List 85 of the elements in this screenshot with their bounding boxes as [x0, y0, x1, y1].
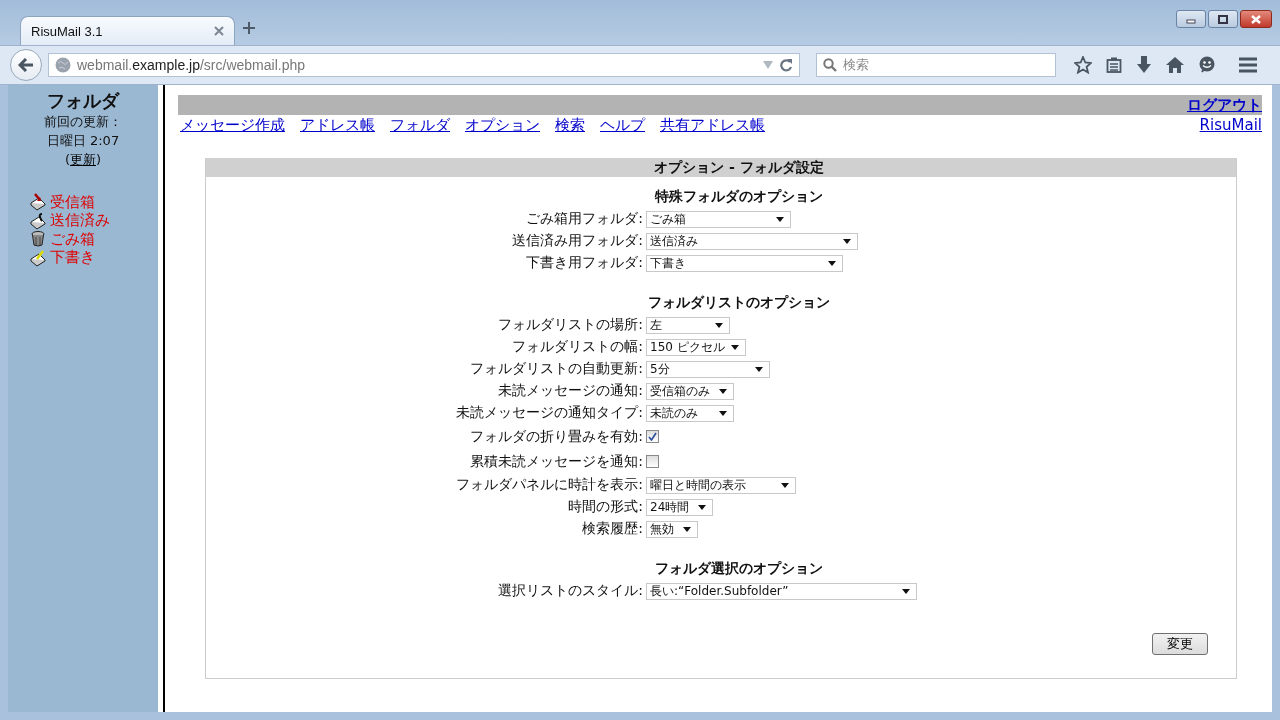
- caret-icon: [698, 504, 706, 510]
- smiley-icon[interactable]: [1198, 56, 1216, 74]
- caret-icon: [755, 366, 763, 372]
- nav-link[interactable]: フォルダ: [390, 116, 450, 135]
- dropdown[interactable]: 24時間: [646, 498, 713, 516]
- globe-icon: [55, 57, 71, 73]
- checkbox[interactable]: [646, 430, 659, 443]
- dropdown[interactable]: 曜日と時間の表示: [646, 476, 796, 494]
- home-icon[interactable]: [1166, 57, 1184, 73]
- option-label: フォルダの折り畳みを有効:: [469, 427, 643, 446]
- caret-icon: [719, 388, 727, 394]
- caret-icon: [828, 260, 836, 266]
- reading-list-icon[interactable]: [1106, 57, 1122, 73]
- sent-tray-icon: [30, 211, 46, 230]
- menu-icon[interactable]: [1238, 57, 1258, 73]
- dropdown[interactable]: 送信済み: [646, 232, 858, 250]
- download-icon[interactable]: [1136, 56, 1152, 74]
- dropdown[interactable]: 無効: [646, 520, 698, 538]
- brand-link[interactable]: RisuMail: [1199, 116, 1262, 135]
- url-text: webmail.example.jp/src/webmail.php: [77, 57, 305, 73]
- close-icon[interactable]: [214, 26, 224, 36]
- caret-icon: [715, 322, 723, 328]
- caret-icon: [730, 344, 739, 350]
- inbox-tray-icon: [30, 193, 46, 212]
- star-icon[interactable]: [1074, 56, 1092, 74]
- reload-icon[interactable]: [779, 58, 793, 72]
- draft-pencil-icon: [30, 248, 46, 267]
- trash-can-icon: [30, 230, 46, 249]
- last-update-time: 日曜日 2:07: [45, 132, 121, 150]
- maximize-icon[interactable]: [1216, 13, 1230, 25]
- section-heading: 特殊フォルダのオプション: [653, 187, 824, 206]
- nav-link[interactable]: 検索: [555, 116, 585, 135]
- browser-tab[interactable]: RisuMail 3.1: [20, 16, 235, 45]
- dropdown[interactable]: ごみ箱: [646, 210, 791, 228]
- submit-button[interactable]: 変更: [1152, 633, 1208, 655]
- nav-link[interactable]: オプション: [465, 116, 540, 135]
- caret-icon: [776, 216, 784, 222]
- dropdown[interactable]: 左: [646, 316, 730, 334]
- logout-link[interactable]: ログアウト: [1187, 95, 1262, 115]
- checkbox[interactable]: [646, 455, 659, 468]
- paren-text: ): [96, 152, 102, 167]
- option-label: 下書き用フォルダ:: [525, 254, 643, 272]
- refresh-link[interactable]: 更新: [70, 152, 96, 167]
- dropdown[interactable]: 長い:“Folder.Subfolder”: [646, 582, 917, 600]
- option-label: 送信済み用フォルダ:: [511, 232, 643, 250]
- caret-icon: [683, 526, 691, 532]
- back-button[interactable]: [10, 49, 42, 81]
- tab-title: RisuMail 3.1: [31, 23, 104, 39]
- caret-icon: [719, 410, 727, 416]
- option-label: 未読メッセージの通知タイプ:: [455, 404, 643, 422]
- dropdown[interactable]: 受信箱のみ: [646, 382, 734, 400]
- last-update-label: 前回の更新：: [43, 113, 123, 131]
- nav-link[interactable]: メッセージ作成: [180, 116, 285, 135]
- dropdown[interactable]: 5分: [646, 360, 770, 378]
- checkmark-icon: [648, 432, 657, 441]
- section-heading: フォルダリストのオプション: [647, 293, 831, 312]
- option-label: 累積未読メッセージを通知:: [469, 452, 643, 471]
- search-field[interactable]: 検索: [816, 53, 1056, 77]
- option-label: フォルダリストの幅:: [511, 338, 643, 356]
- nav-link[interactable]: ヘルプ: [600, 116, 645, 135]
- sidebar-title: フォルダ: [47, 90, 119, 112]
- option-label: 未読メッセージの通知:: [497, 382, 643, 400]
- dropdown[interactable]: 150 ピクセル: [646, 338, 746, 356]
- option-label: フォルダパネルに時計を表示:: [455, 476, 643, 494]
- section-heading: フォルダ選択のオプション: [654, 559, 824, 578]
- address-bar[interactable]: webmail.example.jp/src/webmail.php: [48, 53, 800, 77]
- caret-icon: [781, 482, 789, 488]
- new-tab-icon[interactable]: [243, 22, 255, 34]
- option-label: ごみ箱用フォルダ:: [525, 210, 643, 228]
- caret-icon: [843, 238, 851, 244]
- caret-icon: [902, 588, 910, 594]
- nav-link[interactable]: アドレス帳: [300, 116, 375, 135]
- option-label: フォルダリストの自動更新:: [469, 360, 643, 378]
- panel-title: オプション - フォルダ設定: [653, 159, 824, 175]
- option-label: 検索履歴:: [581, 520, 643, 538]
- search-placeholder: 検索: [843, 56, 869, 74]
- option-label: 時間の形式:: [567, 498, 643, 516]
- option-label: 選択リストのスタイル:: [497, 582, 643, 600]
- back-arrow-icon: [18, 58, 34, 72]
- dropdown[interactable]: 下書き: [646, 254, 843, 272]
- dropdown[interactable]: 未読のみ: [646, 404, 734, 422]
- option-label: フォルダリストの場所:: [497, 316, 643, 334]
- paren-text: (: [64, 152, 70, 167]
- search-icon: [823, 58, 837, 72]
- nav-link[interactable]: 共有アドレス帳: [660, 116, 765, 135]
